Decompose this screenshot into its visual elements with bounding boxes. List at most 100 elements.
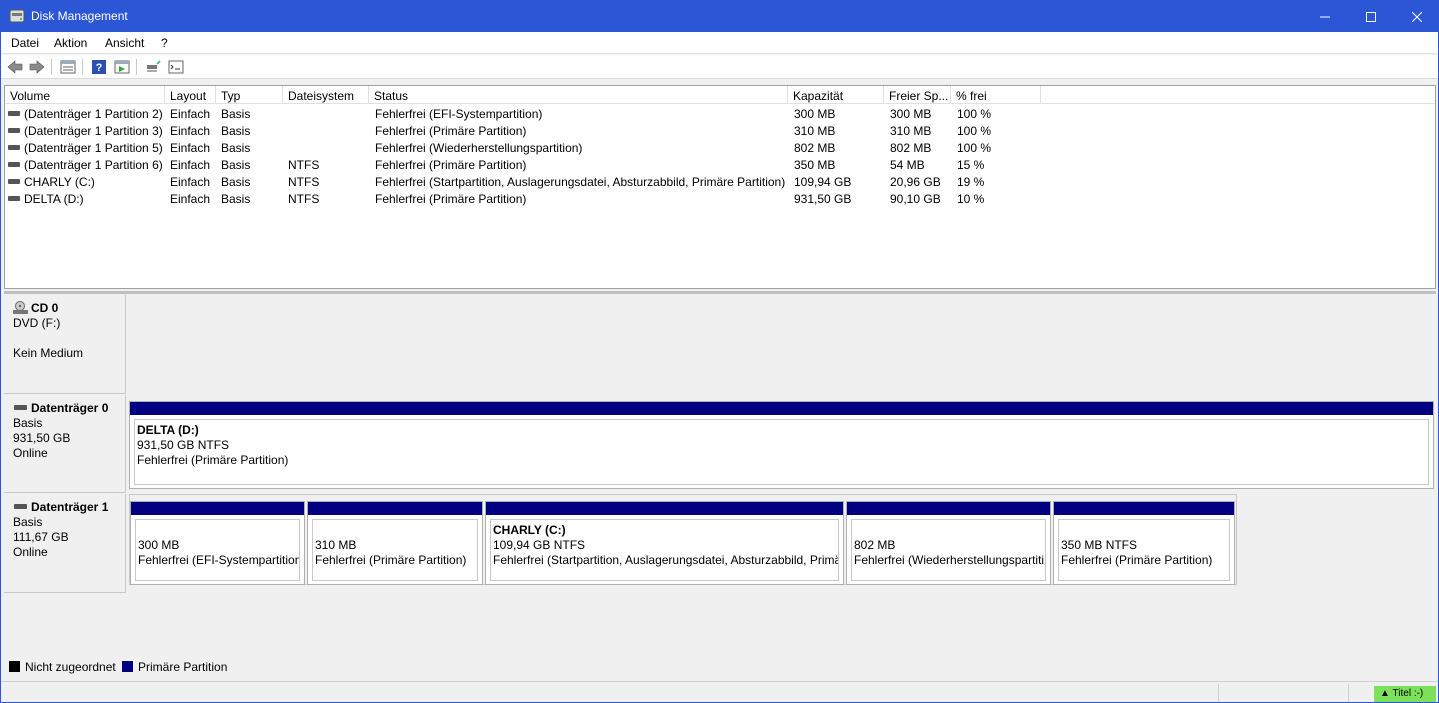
partition-content: 310 MB Fehlerfrei (Primäre Partition) <box>312 519 478 581</box>
column-header-freier-speicher[interactable]: Freier Sp... <box>884 86 951 104</box>
table-row[interactable]: CHARLY (C:) Einfach Basis NTFS Fehlerfre… <box>5 173 1435 190</box>
title-bar[interactable]: Disk Management <box>1 1 1438 32</box>
cell-freier-speicher: 300 MB <box>890 107 932 121</box>
column-header-prozent-frei[interactable]: % frei <box>951 86 1041 104</box>
disk-management-window: Disk Management Datei Aktion Ansicht ? ? <box>0 0 1439 703</box>
volume-drive-icon <box>8 196 20 201</box>
console-icon[interactable] <box>167 58 185 76</box>
rescan-icon[interactable] <box>144 58 162 76</box>
partition-status: Fehlerfrei (Wiederherstellungspartiti <box>854 553 1045 567</box>
cell-typ: Basis <box>221 107 251 121</box>
toolbar-separator <box>51 59 52 75</box>
column-header-layout[interactable]: Layout <box>165 86 216 104</box>
table-row[interactable]: DELTA (D:) Einfach Basis NTFS Fehlerfrei… <box>5 190 1435 207</box>
partition-recovery[interactable]: 802 MB Fehlerfrei (Wiederherstellungspar… <box>846 501 1051 585</box>
list-view-icon[interactable] <box>59 58 77 76</box>
cell-status: Fehlerfrei (Primäre Partition) <box>375 124 527 138</box>
partition-name <box>854 523 1045 538</box>
partition-type-bar <box>486 502 843 515</box>
help-icon[interactable]: ? <box>90 58 108 76</box>
menu-aktion[interactable]: Aktion <box>54 36 87 50</box>
volume-drive-icon <box>8 162 20 167</box>
disk-label-cd0[interactable]: CD 0 DVD (F:) Kein Medium <box>4 295 126 394</box>
cell-freier-speicher: 802 MB <box>890 141 932 155</box>
column-header-volume[interactable]: Volume <box>5 86 165 104</box>
partition-status: Fehlerfrei (EFI-Systempartition) <box>138 553 300 567</box>
cell-volume: (Datenträger 1 Partition 3) <box>24 124 163 138</box>
partition-efi[interactable]: 300 MB Fehlerfrei (EFI-Systempartition) <box>130 501 305 585</box>
toolbar: ? <box>1 55 1438 79</box>
cell-freier-speicher: 54 MB <box>890 158 925 172</box>
cell-status: Fehlerfrei (Wiederherstellungspartition) <box>375 141 583 155</box>
cell-layout: Einfach <box>170 192 211 206</box>
back-arrow-icon[interactable] <box>6 58 24 76</box>
cell-layout: Einfach <box>170 107 211 121</box>
disk-state: Online <box>13 446 48 460</box>
partition-primary-350[interactable]: 350 MB NTFS Fehlerfrei (Primäre Partitio… <box>1053 501 1235 585</box>
column-header-dateisystem[interactable]: Dateisystem <box>283 86 369 104</box>
partition-name <box>315 523 477 538</box>
cell-volume: CHARLY (C:) <box>24 175 95 189</box>
menu-help[interactable]: ? <box>161 36 168 50</box>
partition-primary-310[interactable]: 310 MB Fehlerfrei (Primäre Partition) <box>307 501 483 585</box>
status-badge-text: Titel :-) <box>1392 688 1424 699</box>
close-button[interactable] <box>1394 1 1439 32</box>
maximize-button[interactable] <box>1348 1 1394 32</box>
partition-name <box>1061 523 1229 538</box>
forward-arrow-icon[interactable] <box>28 58 46 76</box>
table-row[interactable]: (Datenträger 1 Partition 2) Einfach Basi… <box>5 105 1435 122</box>
disk-name: CD 0 <box>31 301 59 315</box>
cell-prozent-frei: 10 % <box>957 192 985 206</box>
volume-list-header: Volume Layout Typ Dateisystem Status Kap… <box>5 86 1435 104</box>
cell-layout: Einfach <box>170 158 211 172</box>
legend-label-primary: Primäre Partition <box>138 660 228 674</box>
status-pane <box>1348 684 1372 702</box>
disk-size: 931,50 GB <box>13 431 71 445</box>
partition-charly-c[interactable]: CHARLY (C:) 109,94 GB NTFS Fehlerfrei (S… <box>485 501 844 585</box>
column-header-typ[interactable]: Typ <box>216 86 283 104</box>
partition-status: Fehlerfrei (Primäre Partition) <box>1061 553 1213 567</box>
disk-label-disk0[interactable]: Datenträger 0 Basis 931,50 GB Online <box>4 395 126 493</box>
cell-freier-speicher: 90,10 GB <box>890 192 941 206</box>
hard-disk-icon <box>14 504 27 509</box>
table-row[interactable]: (Datenträger 1 Partition 6) Einfach Basi… <box>5 156 1435 173</box>
column-header-status[interactable]: Status <box>369 86 788 104</box>
window-title: Disk Management <box>31 9 128 23</box>
properties-view-icon[interactable] <box>113 58 131 76</box>
status-badge: ▲ Titel :-) <box>1374 686 1436 702</box>
cell-volume: DELTA (D:) <box>24 192 84 206</box>
column-header-kapazitaet[interactable]: Kapazität <box>788 86 884 104</box>
volume-drive-icon <box>8 179 20 184</box>
disk-label-disk1[interactable]: Datenträger 1 Basis 111,67 GB Online <box>4 494 126 593</box>
disk-row-disk1: Datenträger 1 Basis 111,67 GB Online 300… <box>4 494 1436 593</box>
cell-status: Fehlerfrei (Primäre Partition) <box>375 158 527 172</box>
menu-datei[interactable]: Datei <box>11 36 39 50</box>
pane-splitter[interactable] <box>4 291 1436 294</box>
cd-drive-icon <box>13 301 29 318</box>
disk-name: Datenträger 1 <box>31 500 109 514</box>
partition-content: CHARLY (C:) 109,94 GB NTFS Fehlerfrei (S… <box>490 519 839 581</box>
disk-row-cd0: CD 0 DVD (F:) Kein Medium <box>4 295 1436 394</box>
cell-typ: Basis <box>221 192 251 206</box>
cell-kapazitaet: 350 MB <box>794 158 836 172</box>
table-row[interactable]: (Datenträger 1 Partition 5) Einfach Basi… <box>5 139 1435 156</box>
cell-layout: Einfach <box>170 175 211 189</box>
partition-delta-d[interactable]: DELTA (D:) 931,50 GB NTFS Fehlerfrei (Pr… <box>129 401 1434 489</box>
cell-prozent-frei: 15 % <box>957 158 985 172</box>
disk-type: Basis <box>13 416 43 430</box>
cell-kapazitaet: 802 MB <box>794 141 836 155</box>
cell-volume: (Datenträger 1 Partition 6) <box>24 158 163 172</box>
toolbar-separator <box>136 59 137 75</box>
up-arrow-icon: ▲ <box>1380 688 1390 699</box>
partition-size: 802 MB <box>854 538 896 552</box>
cell-prozent-frei: 19 % <box>957 175 985 189</box>
volume-list[interactable]: Volume Layout Typ Dateisystem Status Kap… <box>4 85 1436 289</box>
partition-content: 350 MB NTFS Fehlerfrei (Primäre Partitio… <box>1058 519 1230 581</box>
menu-ansicht[interactable]: Ansicht <box>105 36 144 50</box>
minimize-button[interactable] <box>1302 1 1348 32</box>
partition-name <box>138 523 299 538</box>
disk-management-app-icon <box>9 8 25 24</box>
partition-type-bar <box>308 502 482 515</box>
table-row[interactable]: (Datenträger 1 Partition 3) Einfach Basi… <box>5 122 1435 139</box>
